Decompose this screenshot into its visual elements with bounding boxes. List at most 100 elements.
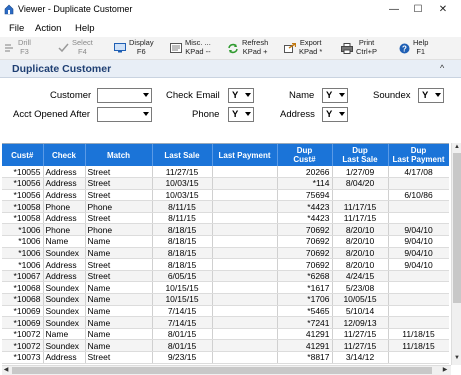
cell-check: Phone [43, 200, 86, 213]
table-row[interactable]: *10058 Address Street 8/11/15 *4423 11/17/15 [2, 212, 449, 225]
table-row[interactable]: *1006 Name Name 8/18/15 70692 8/20/10 9/04/10 [2, 235, 449, 248]
cell-match: Name [85, 316, 153, 329]
display-button[interactable]: Display F6 [114, 38, 154, 59]
drill-button[interactable]: Drill F3 [3, 38, 31, 59]
soundex-label: Soundex [373, 90, 411, 101]
col-header-cust[interactable]: Cust# [2, 144, 44, 166]
col-header-check[interactable]: Check [43, 144, 86, 166]
col-header-last-sale[interactable]: Last Sale [152, 144, 213, 166]
table-row[interactable]: *10055 Address Street 11/27/15 20266 1/27/09 4… [2, 166, 449, 179]
cell-last-payment [212, 293, 278, 306]
cell-dup-last-payment: 9/04/10 [388, 223, 449, 237]
cell-last-payment [212, 166, 278, 179]
table-row[interactable]: *1006 Soundex Name 8/18/15 70692 8/20/10 9/04/… [2, 247, 449, 260]
col-header-match[interactable]: Match [85, 144, 153, 166]
email-select[interactable]: Y [228, 88, 254, 103]
cell-last-payment [212, 247, 278, 260]
minimize-button[interactable]: — [384, 2, 404, 16]
chevron-down-icon [143, 112, 149, 116]
toolbar: Drill F3 Select F4 Display F6 Misc. ... KPad… [0, 37, 461, 60]
cell-dup-last-payment: 6/10/86 [388, 189, 449, 202]
scroll-up-icon[interactable]: ▲ [453, 144, 461, 152]
menu-file[interactable]: File [9, 23, 24, 34]
horizontal-scrollbar[interactable]: ◀ ▶ [2, 365, 451, 375]
table-row[interactable]: *1006 Address Street 8/18/15 70692 8/20/10 9/0… [2, 258, 449, 271]
cell-last-payment [212, 200, 278, 213]
misc-button[interactable]: Misc. ... KPad -- [170, 38, 211, 59]
scroll-down-icon[interactable]: ▼ [453, 355, 461, 363]
table-row[interactable]: *10072 Soundex Name 8/01/15 41291 11/27/15 11/… [2, 339, 449, 352]
refresh-button[interactable]: Refresh KPad + [227, 38, 268, 59]
select-button[interactable]: Select F4 [57, 38, 93, 59]
horizontal-scroll-thumb[interactable] [12, 367, 432, 374]
table-row[interactable]: *1006 Phone Phone 8/18/15 70692 8/20/10 9/04/1… [2, 223, 449, 237]
menu-help[interactable]: Help [75, 23, 95, 34]
collapse-chevron-icon[interactable]: ^ [440, 63, 444, 73]
phone-select[interactable]: Y [228, 107, 254, 122]
export-button[interactable]: Export KPad * [284, 38, 322, 59]
name-label: Name [289, 90, 315, 101]
table-row[interactable]: *10069 Soundex Name 7/14/15 *7241 12/09/13 [2, 316, 449, 329]
table-row[interactable]: *10073 Address Street 9/23/15 *8817 3/14/12 [2, 351, 449, 364]
cell-cust: *10067 [2, 270, 44, 283]
cell-cust: *1006 [2, 247, 44, 260]
col-header-last-payment[interactable]: Last Payment [212, 144, 278, 166]
table-row[interactable]: *10056 Address Street 10/03/15 *114 8/04/20 [2, 177, 449, 190]
cell-match: Name [85, 281, 153, 295]
table-row[interactable]: *10067 Address Street 6/05/15 *6268 4/24/15 [2, 270, 449, 283]
cell-cust: *10069 [2, 316, 44, 329]
cell-last-payment [212, 223, 278, 237]
cell-dup-last-sale: 8/20/10 [332, 223, 389, 237]
menu-action[interactable]: Action [35, 23, 61, 34]
table-row[interactable]: *10072 Name Name 8/01/15 41291 11/27/15 11/18/… [2, 328, 449, 341]
customer-field[interactable] [97, 88, 152, 103]
print-button[interactable]: Print Ctrl+P [341, 38, 377, 59]
scroll-right-icon[interactable]: ▶ [441, 366, 449, 375]
table-row[interactable]: *10056 Address Street 10/03/15 75694 6/10/86 [2, 189, 449, 202]
cell-dup-cust: *4423 [277, 212, 333, 225]
name-select[interactable]: Y [322, 88, 348, 103]
cell-cust: *10058 [2, 212, 44, 225]
cell-dup-last-payment: 4/17/08 [388, 166, 449, 179]
col-header-dup-cust[interactable]: Dup Cust# [277, 144, 333, 166]
col-header-dup-last-sale[interactable]: Dup Last Sale [332, 144, 389, 166]
vertical-scroll-thumb[interactable] [453, 153, 461, 303]
col-header-dup-last-payment[interactable]: Dup Last Payment [388, 144, 449, 166]
cell-match: Street [85, 166, 153, 179]
cell-dup-last-sale: 8/04/20 [332, 177, 389, 190]
cell-last-sale: 10/03/15 [152, 189, 213, 202]
cell-dup-cust: 75694 [277, 189, 333, 202]
cell-match: Street [85, 212, 153, 225]
cell-cust: *10056 [2, 189, 44, 202]
cell-dup-cust: *1706 [277, 293, 333, 306]
table-row[interactable]: *10069 Soundex Name 7/14/15 *5465 5/10/14 [2, 305, 449, 318]
scroll-left-icon[interactable]: ◀ [2, 366, 10, 375]
cell-dup-last-payment: 9/04/10 [388, 258, 449, 271]
maximize-button[interactable]: ☐ [408, 2, 428, 16]
cell-dup-last-sale: 12/09/13 [332, 316, 389, 329]
cell-match: Street [85, 189, 153, 202]
table-row[interactable]: *10058 Phone Phone 8/11/15 *4423 11/17/15 [2, 200, 449, 213]
table-row[interactable]: *10068 Soundex Name 10/15/15 *1617 5/23/08 [2, 281, 449, 295]
cell-dup-cust: 70692 [277, 247, 333, 260]
phone-value: Y [232, 109, 239, 120]
table-row[interactable]: *10068 Soundex Name 10/15/15 *1706 10/05/15 [2, 293, 449, 306]
cell-check: Address [43, 177, 86, 190]
cell-dup-last-payment [388, 351, 449, 364]
cell-check: Soundex [43, 305, 86, 318]
cell-last-payment [212, 328, 278, 341]
soundex-select[interactable]: Y [418, 88, 444, 103]
close-button[interactable]: ✕ [433, 2, 453, 16]
customer-label: Customer [50, 90, 92, 101]
cell-match: Phone [85, 223, 153, 237]
address-select[interactable]: Y [322, 107, 348, 122]
vertical-scrollbar[interactable]: ▲ ▼ [451, 143, 461, 365]
cell-dup-last-sale: 8/20/10 [332, 247, 389, 260]
acct-opened-field[interactable] [97, 107, 152, 122]
help-button[interactable]: ? Help F1 [398, 38, 428, 59]
filter-form: Customer Acct Opened After Check Email Y… [0, 78, 461, 140]
cell-last-sale: 8/11/15 [152, 212, 213, 225]
section-title: Duplicate Customer [12, 63, 112, 75]
cell-last-payment [212, 189, 278, 202]
cell-dup-last-payment: 11/18/15 [388, 339, 449, 352]
